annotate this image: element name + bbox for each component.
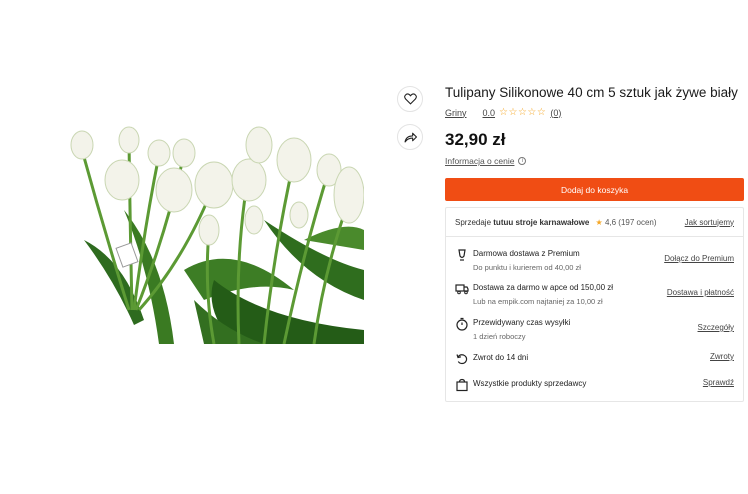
feature-delivery: Dostawa za darmo w apce od 150,00 zł Lub… — [446, 282, 743, 308]
star-icon: ★ — [595, 217, 603, 227]
feature-title[interactable]: Darmowa dostawa z Premium — [473, 248, 581, 260]
seller-box: Sprzedaje tutuu stroje karnawałowe ★ 4,6… — [445, 207, 744, 402]
feature-subtitle: Lub na empik.com najtaniej za 10,00 zł — [473, 297, 603, 306]
check-link[interactable]: Sprawdź — [703, 378, 734, 387]
seller-name[interactable]: tutuu stroje karnawałowe — [493, 218, 589, 227]
heart-icon — [403, 93, 417, 105]
brand-link[interactable]: Griny — [445, 108, 467, 118]
join-premium-link[interactable]: Dołącz do Premium — [664, 254, 734, 263]
bag-icon — [456, 378, 468, 392]
price-info-link[interactable]: Informacja o cenie — [445, 156, 514, 166]
product-title: Tulipany Silikonowe 40 cm 5 sztuk jak ży… — [445, 85, 738, 100]
returns-link[interactable]: Zwroty — [710, 352, 734, 361]
info-icon[interactable]: i — [518, 157, 527, 165]
feature-subtitle: Do punktu i kurierem od 40,00 zł — [473, 263, 581, 272]
premium-icon — [458, 249, 466, 261]
seller-prefix: Sprzedaje — [455, 217, 492, 227]
add-to-cart-button[interactable]: Dodaj do koszyka — [445, 178, 744, 201]
truck-icon — [455, 284, 469, 295]
feature-premium: Darmowa dostawa z Premium Do punktu i ku… — [446, 248, 743, 274]
feature-shipping-time: Przewidywany czas wysyłki 1 dzień robocz… — [446, 317, 743, 343]
review-count-link[interactable]: (0) — [550, 108, 561, 118]
details-link[interactable]: Szczegóły — [698, 323, 734, 332]
product-image[interactable] — [64, 120, 364, 344]
feature-returns: Zwrot do 14 dni Zwroty — [446, 352, 743, 366]
seller-rating: 4,6 — [604, 217, 617, 227]
product-meta: Griny 0.0 ☆☆☆☆☆ (0) — [445, 107, 745, 118]
rating-stars[interactable]: ☆☆☆☆☆ — [499, 107, 546, 118]
feature-subtitle: 1 dzień roboczy — [473, 332, 526, 341]
favorite-button[interactable] — [397, 86, 423, 112]
price-info[interactable]: Informacja o cenie i — [445, 156, 745, 166]
return-icon — [456, 354, 468, 365]
seller-rating-count: (197 ocen) — [618, 217, 657, 227]
feature-title: Przewidywany czas wysyłki — [473, 318, 571, 327]
seller-row: Sprzedaje tutuu stroje karnawałowe ★ 4,6… — [446, 208, 743, 237]
feature-seller-products: Wszystkie produkty sprzedawcy Sprawdź — [446, 378, 743, 392]
feature-title: Dostawa za darmo w apce od 150,00 zł — [473, 283, 614, 292]
product-price: 32,90 zł — [445, 130, 506, 149]
timer-icon — [456, 317, 468, 331]
product-panel: Tulipany Silikonowe 40 cm 5 sztuk jak ży… — [445, 84, 745, 402]
delivery-payment-link[interactable]: Dostawa i płatność — [667, 288, 734, 297]
share-button[interactable] — [397, 124, 423, 150]
feature-title: Zwrot do 14 dni — [473, 353, 529, 362]
tulip-bouquet-image — [70, 126, 364, 344]
rating-value[interactable]: 0.0 — [483, 108, 496, 118]
how-we-sort-link[interactable]: Jak sortujemy — [685, 218, 734, 227]
feature-title: Wszystkie produkty sprzedawcy — [473, 379, 587, 388]
share-icon — [404, 132, 417, 143]
